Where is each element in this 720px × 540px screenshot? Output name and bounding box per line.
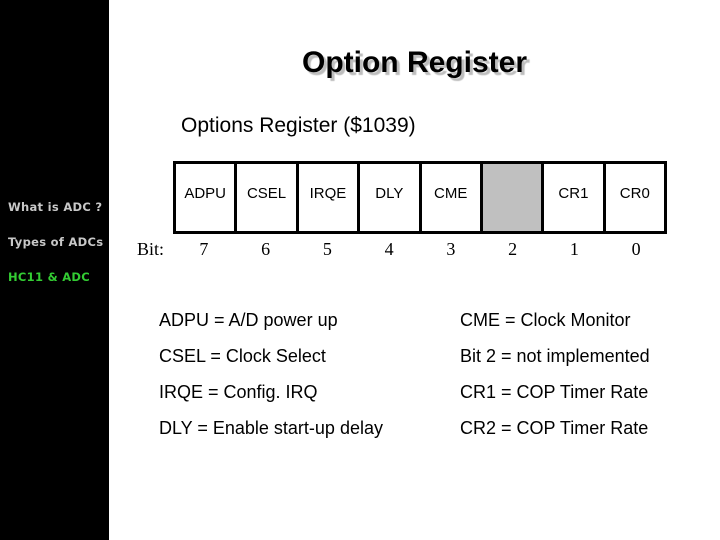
definitions-right: CME = Clock Monitor Bit 2 = not implemen… — [460, 309, 650, 453]
register-cell-irqe: IRQE — [295, 164, 358, 231]
register-cell-dly: DLY — [357, 164, 419, 231]
bit-number: 7 — [199, 239, 209, 259]
definition-item: ADPU = A/D power up — [159, 310, 338, 330]
register-cell-cme: CME — [418, 164, 480, 231]
bit-label: Bit: — [137, 239, 165, 259]
sidebar-nav: What is ADC ? Types of ADCs HC11 & ADC — [0, 0, 109, 540]
definition-item: CR2 = COP Timer Rate — [460, 418, 649, 438]
nav-item-types-of-adcs[interactable]: Types of ADCs — [8, 235, 103, 249]
slide-subtitle: Options Register ($1039) — [181, 114, 416, 137]
register-cell-adpu: ADPU — [176, 164, 235, 231]
bit-number: 2 — [508, 239, 518, 259]
slide-title: Option Register — [301, 46, 527, 79]
definition-item: Bit 2 = not implemented — [460, 346, 650, 366]
definition-item: DLY = Enable start-up delay — [159, 418, 383, 438]
bit-number: 3 — [446, 239, 456, 259]
definition-item: IRQE = Config. IRQ — [159, 382, 318, 402]
bit-number: 0 — [631, 239, 641, 259]
definition-item: CSEL = Clock Select — [159, 346, 326, 366]
nav-item-what-is-adc[interactable]: What is ADC ? — [8, 200, 102, 214]
register-cell-unimplemented — [479, 164, 542, 231]
definition-item: CME = Clock Monitor — [460, 310, 631, 330]
definition-item: CR1 = COP Timer Rate — [460, 382, 649, 402]
bit-number: 5 — [322, 239, 332, 259]
definitions-left: ADPU = A/D power up CSEL = Clock Select … — [159, 309, 383, 453]
bit-numbers: 7 6 5 4 3 2 1 0 — [173, 239, 667, 260]
register-cell-cr0: CR0 — [602, 164, 664, 231]
register-cell-cr1: CR1 — [541, 164, 603, 231]
bit-number: 1 — [569, 239, 579, 259]
nav-item-hc11-adc[interactable]: HC11 & ADC — [8, 270, 90, 284]
bit-number: 4 — [384, 239, 394, 259]
register-cell-csel: CSEL — [234, 164, 296, 231]
register-diagram: ADPU CSEL IRQE DLY CME CR1 CR0 — [173, 161, 667, 234]
bit-number: 6 — [261, 239, 271, 259]
